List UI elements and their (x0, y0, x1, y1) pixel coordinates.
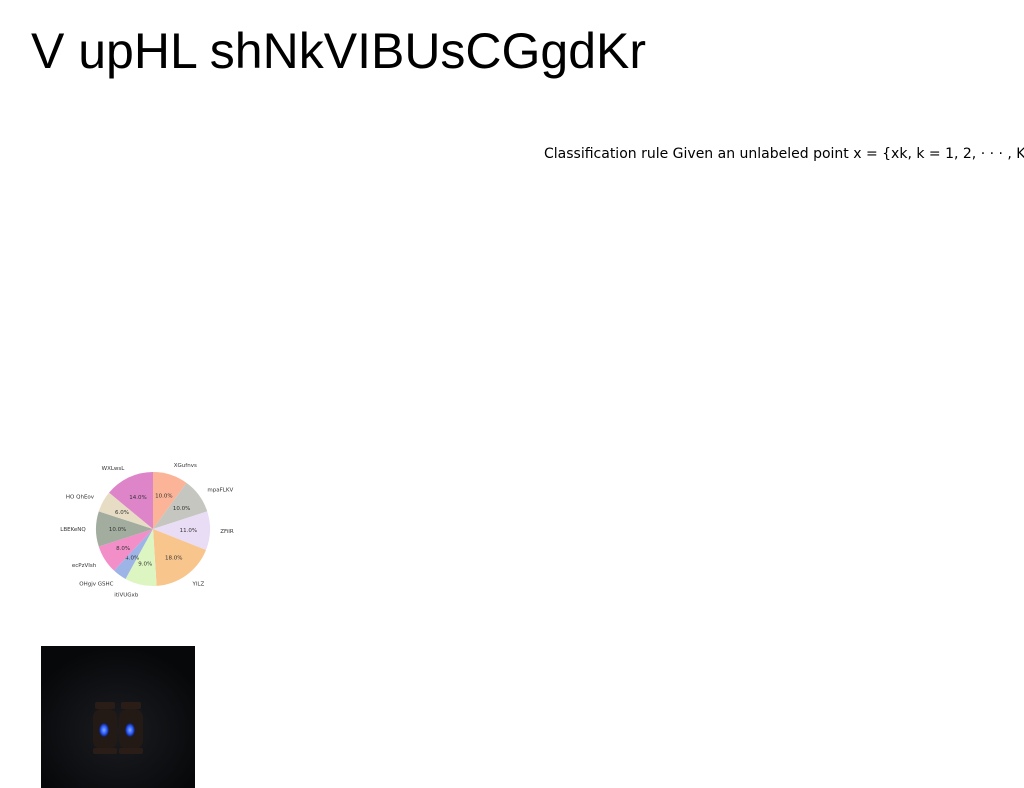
classification-rule-text: Classification rule Given an unlabeled p… (544, 146, 1024, 162)
pie-pct-label: 8.0% (116, 546, 130, 552)
lanterns-photo (41, 646, 195, 788)
pie-pct-label: 14.0% (129, 495, 146, 501)
pie-pct-label: 10.0% (155, 493, 172, 499)
pie-category-label: ecPzVIsh (72, 563, 97, 569)
pie-category-label: ZFiIR (220, 529, 234, 535)
page-title: V upHL shNkVIBUsCGgdKr (31, 23, 647, 79)
photo-background (41, 646, 195, 788)
pie-pct-label: 9.0% (138, 561, 152, 567)
pie-category-label: XGufnvs (174, 463, 197, 469)
pie-chart: 10.0% XGufnvs 10.0% mpaFLKV 11.0% ZFiIR 18.0% Y… (60, 430, 250, 625)
pie-pct-label: 6.0% (115, 510, 129, 516)
pie-category-label: YlLZ (192, 581, 205, 587)
pie-pct-label: 4.0% (125, 556, 139, 562)
pie-pct-label: 10.0% (173, 506, 190, 512)
pie-category-label: itiVUGxb (114, 593, 139, 599)
pie-category-label: mpaFLKV (207, 487, 233, 493)
pie-category-label: WXLwsL (102, 466, 126, 472)
pie-category-label: HO QhEov (66, 495, 95, 501)
lanterns-photo-svg (41, 646, 195, 788)
pie-pct-label: 18.0% (165, 556, 182, 562)
pie-pct-label: 11.0% (180, 528, 197, 534)
pie-pct-label: 10.0% (109, 527, 126, 533)
pie-category-label: JLBEKeNQ (60, 527, 86, 533)
pie-category-label: OHgjv GSHC (79, 581, 113, 587)
pie-chart-svg: 10.0% XGufnvs 10.0% mpaFLKV 11.0% ZFiIR 18.0% Y… (60, 463, 234, 599)
